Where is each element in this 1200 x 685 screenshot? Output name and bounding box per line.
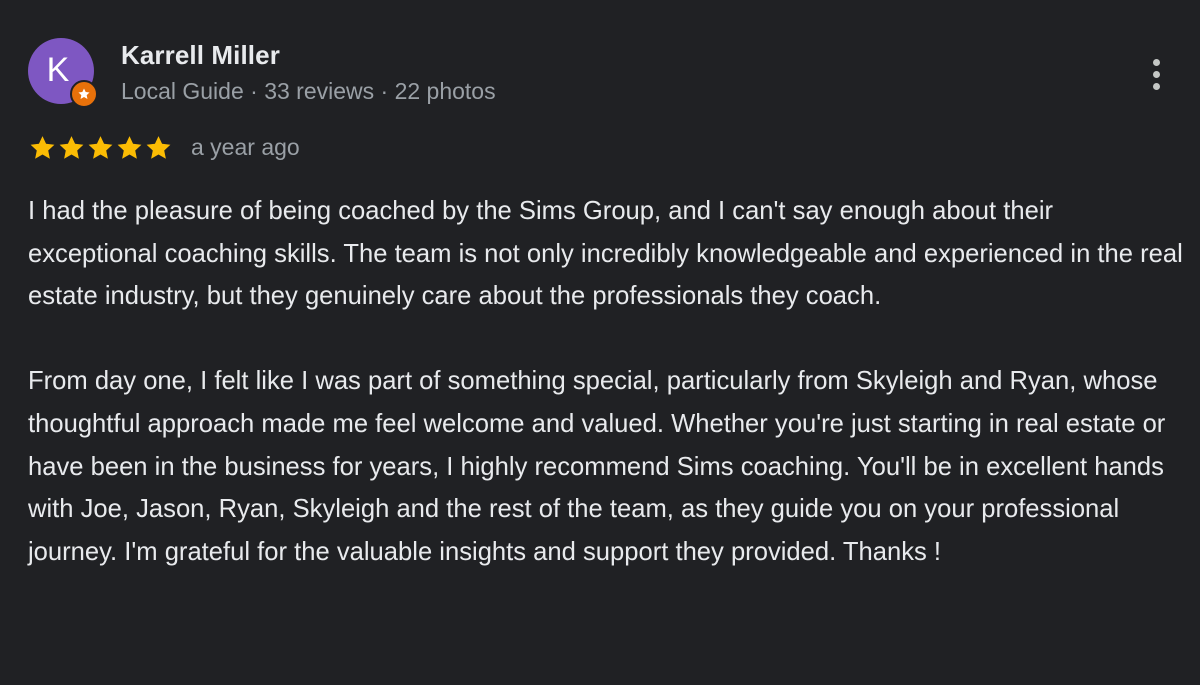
star-icon [117,136,142,159]
review-paragraph: I had the pleasure of being coached by t… [28,197,1183,311]
star-icon [30,136,55,159]
local-guide-badge [70,80,98,108]
avatar-initial: K [46,51,70,89]
review-text: I had the pleasure of being coached by t… [28,190,1188,573]
avatar-wrap[interactable]: K [28,38,98,108]
review-paragraph: From day one, I felt like I was part of … [28,367,1166,566]
review-card: K Karrell Miller Local Guide · 33 review… [0,0,1200,685]
review-date: a year ago [191,134,300,160]
reviewer-meta[interactable]: Local Guide · 33 reviews · 22 photos [121,78,496,105]
star-rating [28,134,173,162]
reviewer-name[interactable]: Karrell Miller [121,40,280,71]
rating-row: a year ago [28,134,300,162]
star-icon [78,88,90,99]
more-vertical-icon-dot [1152,58,1160,66]
more-options-button[interactable] [1140,52,1172,96]
more-vertical-icon-dot [1152,82,1160,90]
star-icon [88,136,113,159]
star-icon [59,136,84,159]
star-icon [146,136,171,159]
more-vertical-icon-dot [1152,70,1160,78]
